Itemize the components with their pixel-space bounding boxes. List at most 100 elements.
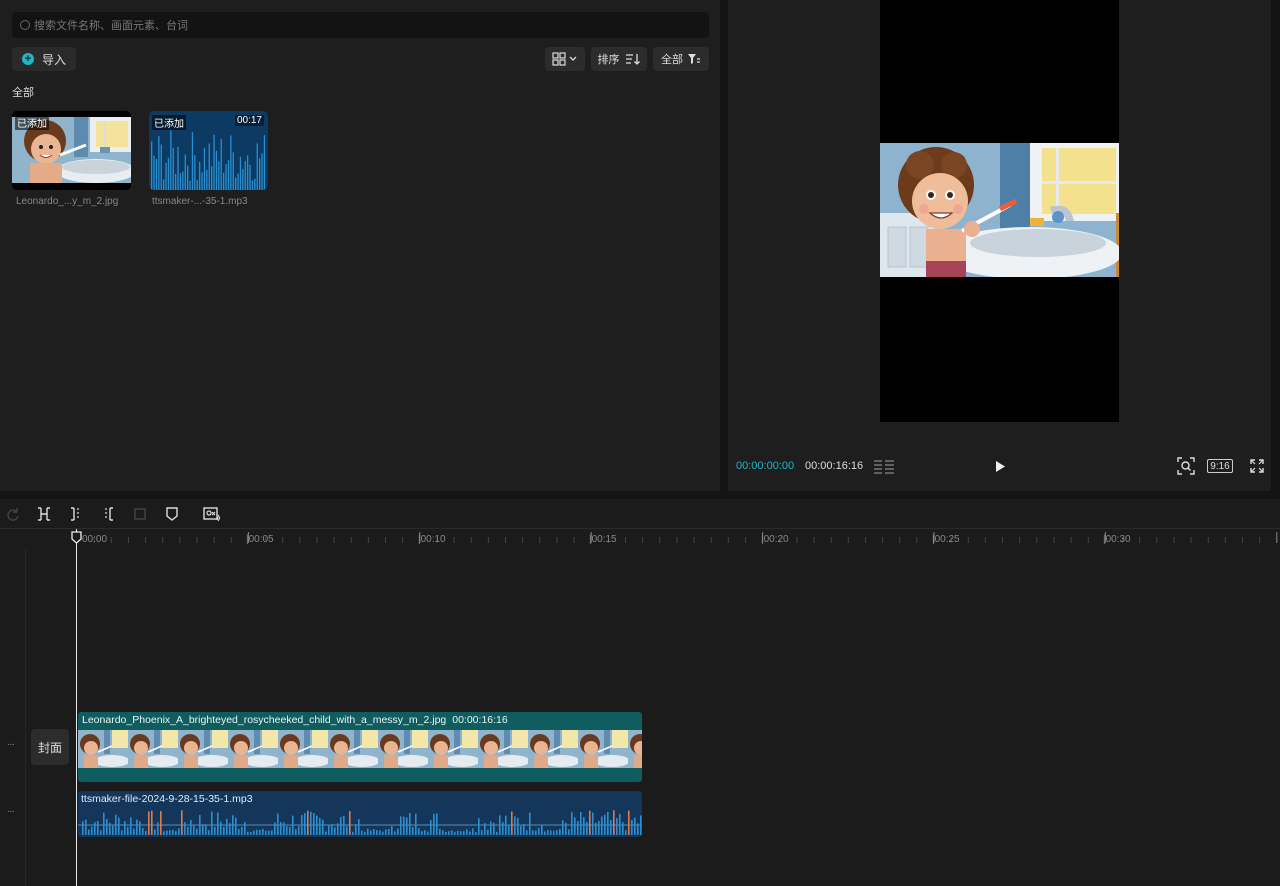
preview-image	[880, 143, 1119, 277]
waveform-bar	[167, 157, 170, 190]
frame-window	[212, 730, 228, 748]
waveform-bar	[565, 822, 567, 835]
frame-sink	[344, 755, 380, 767]
film-frame	[178, 730, 230, 768]
timeline-panel: 00:00 |00:05 |00:10 |00:15 |00:20 |00:25…	[0, 499, 1280, 886]
time-ruler[interactable]: 00:00 |00:05 |00:10 |00:15 |00:20 |00:25…	[0, 529, 1280, 549]
waveform-bar	[496, 831, 498, 835]
timeline-view-icon[interactable]	[873, 456, 895, 476]
marker-icon[interactable]	[163, 505, 181, 523]
delete-icon[interactable]	[131, 505, 149, 523]
sort-button[interactable]: 排序	[591, 47, 647, 71]
ruler-label: |00:20	[761, 534, 789, 545]
waveform-bar	[124, 821, 126, 835]
fullscreen-button[interactable]	[1248, 456, 1266, 476]
trim-right-icon[interactable]	[99, 505, 117, 523]
waveform-bar	[169, 830, 171, 835]
waveform-bar	[189, 180, 191, 190]
timeline-toolbar	[0, 499, 1280, 529]
frame-window	[312, 730, 328, 748]
import-button[interactable]: + 导入	[12, 47, 76, 71]
waveform-bar	[376, 830, 378, 835]
waveform-bar	[163, 831, 165, 835]
waveform-bar	[191, 132, 194, 190]
waveform-bar	[481, 830, 483, 835]
media-item-audio[interactable]: 已添加 00:17	[149, 111, 268, 190]
waveform-bar	[310, 811, 312, 835]
waveform-bar	[427, 831, 429, 835]
waveform-bar	[415, 813, 417, 835]
film-frame	[228, 730, 280, 768]
frame-window	[362, 730, 378, 748]
frame-curtain	[454, 730, 460, 754]
waveform-bar	[155, 158, 158, 190]
waveform-bar	[490, 821, 492, 835]
waveform-bar	[601, 816, 603, 835]
added-badge: 已添加	[152, 115, 186, 130]
waveform-bar	[460, 831, 462, 835]
waveform-bar	[193, 824, 195, 835]
waveform-bar	[166, 830, 168, 835]
waveform-bar	[445, 831, 447, 835]
waveform-bar	[244, 822, 246, 835]
trim-left-icon[interactable]	[67, 505, 85, 523]
waveform-bar	[136, 819, 138, 835]
playhead-handle[interactable]	[71, 531, 82, 544]
frame-curtain	[254, 730, 260, 754]
frame-body	[84, 755, 98, 768]
playhead-line[interactable]	[76, 529, 77, 886]
zoom-fit-button[interactable]	[1176, 456, 1196, 476]
video-track-more-icon[interactable]: ···	[7, 739, 15, 750]
search-input[interactable]: 搜索文件名称、画面元素、台词	[12, 12, 709, 38]
waveform-bar	[220, 821, 222, 835]
media-item-image[interactable]: 已添加	[12, 111, 131, 190]
waveform-bar	[230, 135, 232, 190]
waveform-bar	[259, 829, 261, 835]
cover-button[interactable]: 封面	[31, 729, 69, 765]
waveform-bar	[451, 830, 453, 835]
waveform-bar	[385, 829, 387, 835]
waveform-bar	[182, 171, 184, 190]
waveform-bar	[508, 824, 510, 835]
ruler-label: |00:10	[418, 534, 446, 545]
frame-body	[184, 755, 198, 768]
waveform-bar	[550, 830, 552, 835]
auto-caption-icon[interactable]	[202, 505, 222, 523]
waveform-bar	[268, 830, 270, 835]
aspect-ratio-button[interactable]: 9:16	[1207, 459, 1233, 473]
view-mode-button[interactable]	[545, 47, 585, 71]
split-icon[interactable]	[35, 505, 53, 523]
waveform-bar	[203, 147, 206, 190]
video-clip-label: Leonardo_Phoenix_A_brighteyed_rosycheeke…	[82, 714, 508, 726]
media-panel: 搜索文件名称、画面元素、台词 + 导入 排序 全部 全部 已添加 Leonard…	[0, 0, 720, 491]
waveform-bar	[91, 826, 93, 835]
search-placeholder: 搜索文件名称、画面元素、台词	[34, 20, 188, 32]
waveform-bar	[223, 826, 225, 835]
waveform-bar	[220, 138, 222, 190]
waveform-bar	[172, 829, 174, 835]
frame-face	[484, 741, 498, 755]
filter-label: 全部	[661, 54, 683, 66]
waveform-bar	[580, 812, 582, 835]
track-header: ··· ···	[0, 549, 26, 886]
frame-face	[434, 741, 448, 755]
video-clip[interactable]: Leonardo_Phoenix_A_brighteyed_rosycheeke…	[78, 712, 642, 782]
frame-window	[162, 730, 178, 748]
aspect-ratio-label: 9:16	[1210, 460, 1230, 472]
waveform-bar	[313, 813, 315, 835]
film-frame	[128, 730, 180, 768]
audio-track-more-icon[interactable]: ···	[7, 806, 15, 817]
waveform-bar	[517, 817, 519, 835]
audio-clip[interactable]: ttsmaker-file-2024-9-28-15-35-1.mp3	[78, 791, 642, 837]
waveform-bar	[598, 821, 600, 835]
frame-body	[484, 755, 498, 768]
frame-body	[234, 755, 248, 768]
waveform-bar	[463, 831, 465, 835]
waveform-bar	[253, 830, 255, 835]
redo-icon[interactable]	[4, 505, 22, 523]
play-button[interactable]	[991, 456, 1009, 476]
waveform-bar	[175, 173, 177, 190]
waveform-bar	[334, 827, 336, 835]
filter-button[interactable]: 全部	[653, 47, 709, 71]
waveform-bar	[184, 822, 186, 835]
